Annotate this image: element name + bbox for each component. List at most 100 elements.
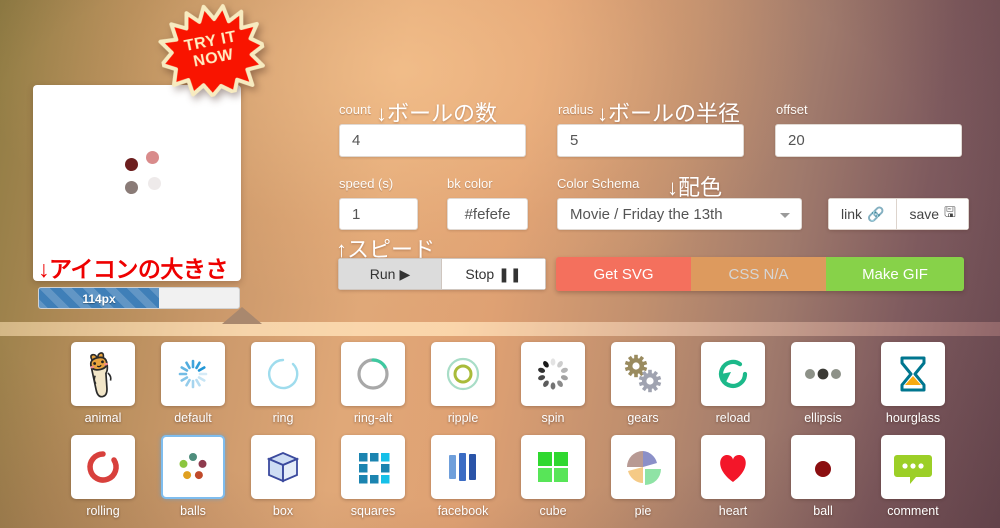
gallery-item-ripple[interactable]: ripple <box>418 342 508 434</box>
box-icon[interactable] <box>251 435 315 499</box>
count-label: count <box>339 102 371 117</box>
floppy-disk-icon: 🖫 <box>944 204 956 220</box>
link-save-group: link 🔗 save 🖫 <box>828 198 969 230</box>
gallery-item-label: balls <box>180 504 206 518</box>
gallery-item-label: squares <box>350 504 396 518</box>
export-actions: Get SVG CSS N/A Make GIF <box>556 257 964 291</box>
radius-label: radius <box>558 102 594 117</box>
preview-ball <box>125 158 138 171</box>
stop-button[interactable]: Stop ❚❚ <box>442 258 546 290</box>
panel-divider <box>0 322 1000 336</box>
gallery-item-spin[interactable]: spin <box>508 342 598 434</box>
gallery-item-facebook[interactable]: facebook <box>418 435 508 527</box>
speed-input[interactable] <box>339 198 418 230</box>
gallery-item-rolling[interactable]: rolling <box>58 435 148 527</box>
gallery-item-label: facebook <box>437 504 489 518</box>
bk-color-label: bk color <box>447 176 493 191</box>
try-it-now-badge[interactable]: TRY IT NOW <box>152 0 272 105</box>
slider-value-label: 114px <box>82 292 116 306</box>
gallery-item-comment[interactable]: comment <box>868 435 958 527</box>
preview-ball <box>148 177 161 190</box>
save-button[interactable]: save 🖫 <box>897 198 969 230</box>
speed-label: speed (s) <box>339 176 394 191</box>
radius-input[interactable] <box>557 124 744 157</box>
gallery-item-label: pie <box>634 504 652 518</box>
gallery-item-squares[interactable]: squares <box>328 435 418 527</box>
gallery-item-label: reload <box>715 411 751 425</box>
gallery-item-ellipsis[interactable]: ellipsis <box>778 342 868 434</box>
css-button: CSS N/A <box>691 257 826 291</box>
gallery-item-ring-alt[interactable]: ring-alt <box>328 342 418 434</box>
pause-icon: ❚❚ <box>498 265 522 282</box>
offset-input[interactable] <box>775 124 962 157</box>
offset-label: offset <box>776 102 808 117</box>
run-button[interactable]: Run ▶ <box>338 258 442 290</box>
gallery-item-pie[interactable]: pie <box>598 435 688 527</box>
link-button[interactable]: link 🔗 <box>828 198 898 230</box>
default-icon[interactable] <box>161 342 225 406</box>
ball-icon[interactable] <box>791 435 855 499</box>
reload-icon[interactable] <box>701 342 765 406</box>
gallery-item-heart[interactable]: heart <box>688 435 778 527</box>
gallery-item-label: rolling <box>86 504 120 518</box>
starburst-icon <box>158 4 266 98</box>
gallery-item-box[interactable]: box <box>238 435 328 527</box>
save-label: save <box>909 206 940 222</box>
preview-ball <box>125 181 138 194</box>
gallery-item-label: heart <box>718 504 748 518</box>
chevron-down-icon <box>780 213 790 218</box>
gallery-item-reload[interactable]: reload <box>688 342 778 434</box>
get-svg-button[interactable]: Get SVG <box>556 257 691 291</box>
color-schema-value: Movie / Friday the 13th <box>570 205 723 223</box>
rolling-icon[interactable] <box>71 435 135 499</box>
chain-link-icon: 🔗 <box>867 205 885 222</box>
comment-icon[interactable] <box>881 435 945 499</box>
pie-icon[interactable] <box>611 435 675 499</box>
gallery-pointer-arrow <box>222 307 262 324</box>
balls-icon[interactable] <box>161 435 225 499</box>
icon-size-slider[interactable]: 114px <box>38 287 240 309</box>
gallery-item-cube[interactable]: cube <box>508 435 598 527</box>
gallery-item-balls[interactable]: balls <box>148 435 238 527</box>
count-input[interactable] <box>339 124 526 157</box>
gallery-item-label: default <box>174 411 212 425</box>
cube-icon[interactable] <box>521 435 585 499</box>
gallery-item-ring[interactable]: ring <box>238 342 328 434</box>
gallery-item-hourglass[interactable]: hourglass <box>868 342 958 434</box>
color-schema-label: Color Schema <box>557 176 640 191</box>
gallery-item-default[interactable]: default <box>148 342 238 434</box>
configuration-panel: ↓アイコンの大きさ 114px TRY IT NOW count ↓ボールの数 … <box>0 0 1000 330</box>
heart-icon[interactable] <box>701 435 765 499</box>
squares-icon[interactable] <box>341 435 405 499</box>
ring-alt-icon[interactable] <box>341 342 405 406</box>
gears-icon[interactable] <box>611 342 675 406</box>
icon-size-annotation: ↓アイコンの大きさ <box>38 256 228 282</box>
gallery-item-label: cube <box>539 504 567 518</box>
gallery-item-label: ring <box>272 411 294 425</box>
gallery-item-label: gears <box>627 411 659 425</box>
ring-icon[interactable] <box>251 342 315 406</box>
gallery-item-ball[interactable]: ball <box>778 435 868 527</box>
ellipsis-icon[interactable] <box>791 342 855 406</box>
facebook-icon[interactable] <box>431 435 495 499</box>
preview-ball <box>146 151 159 164</box>
play-icon: ▶ <box>399 265 411 282</box>
gallery-item-label: ball <box>813 504 833 518</box>
make-gif-button[interactable]: Make GIF <box>826 257 964 291</box>
gallery-item-label: box <box>272 504 294 518</box>
color-schema-select[interactable]: Movie / Friday the 13th <box>557 198 802 230</box>
gallery-item-label: hourglass <box>885 411 941 425</box>
gallery-item-label: ring-alt <box>353 411 393 425</box>
gallery-item-label: ripple <box>447 411 479 425</box>
ripple-icon[interactable] <box>431 342 495 406</box>
gallery-item-gears[interactable]: gears <box>598 342 688 434</box>
animal-icon[interactable] <box>71 342 135 406</box>
gallery-item-label: ellipsis <box>804 411 842 425</box>
bk-color-input[interactable] <box>447 198 528 230</box>
hourglass-icon[interactable] <box>881 342 945 406</box>
gallery-item-animal[interactable]: animal <box>58 342 148 434</box>
spin-icon[interactable] <box>521 342 585 406</box>
stop-label: Stop <box>465 266 495 282</box>
link-label: link <box>841 206 863 222</box>
run-label: Run <box>369 266 396 282</box>
